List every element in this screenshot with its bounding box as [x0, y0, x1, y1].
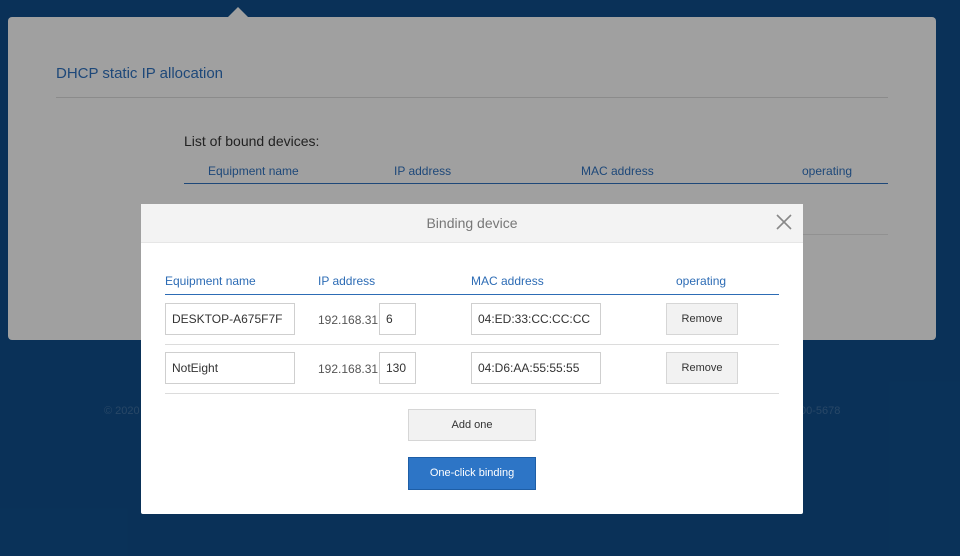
binding-device-dialog: Binding device Equipment name IP address… [141, 204, 803, 514]
remove-button[interactable]: Remove [666, 303, 738, 335]
add-one-button[interactable]: Add one [408, 409, 536, 441]
one-click-binding-button[interactable]: One-click binding [408, 457, 536, 490]
dialog-table-header: Equipment name IP address MAC address op… [165, 274, 779, 295]
column-mac-address: MAC address [471, 274, 544, 288]
table-row: 192.168.31. Remove [165, 344, 779, 394]
ip-prefix: 192.168.31. [318, 362, 382, 376]
dialog-header: Binding device [141, 204, 803, 243]
column-ip-address: IP address [318, 274, 376, 288]
column-operating: operating [676, 274, 727, 288]
remove-button[interactable]: Remove [666, 352, 738, 384]
equipment-name-input[interactable] [165, 303, 295, 335]
ip-suffix-input[interactable] [379, 303, 416, 335]
ip-suffix-input[interactable] [379, 352, 416, 384]
ip-prefix: 192.168.31. [318, 313, 382, 327]
column-equipment-name: Equipment name [165, 274, 256, 288]
close-icon[interactable] [775, 213, 793, 231]
table-row: 192.168.31. Remove [165, 295, 779, 345]
mac-address-input[interactable] [471, 303, 601, 335]
equipment-name-input[interactable] [165, 352, 295, 384]
dialog-title: Binding device [426, 215, 518, 231]
mac-address-input[interactable] [471, 352, 601, 384]
